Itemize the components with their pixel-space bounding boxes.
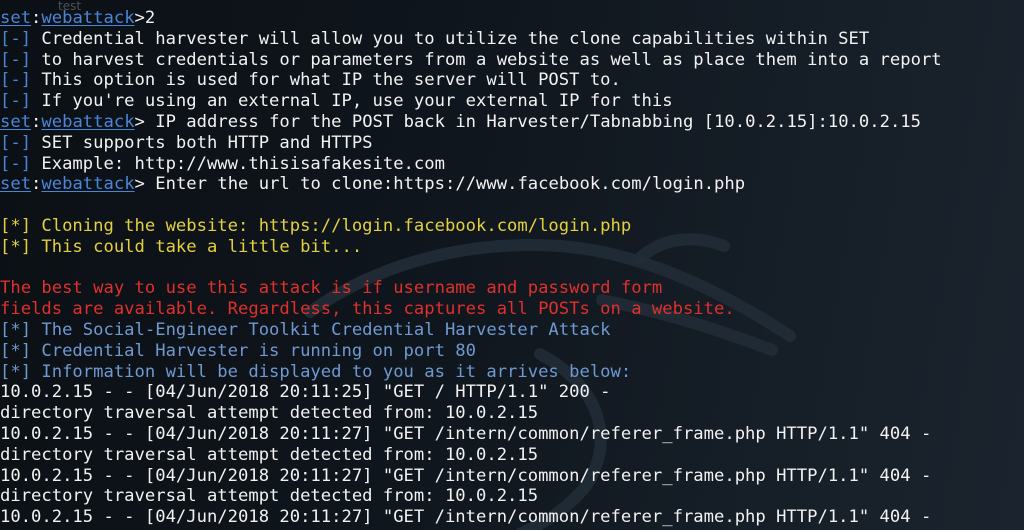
status-message-line: [-] Example: http://www.thisisafakesite.c… (0, 154, 1024, 175)
output-line: fields are available. Regardless, this c… (0, 299, 1024, 320)
status-message-text: SET supports both HTTP and HTTPS (41, 132, 373, 153)
output-line: 10.0.2.15 - - [04/Jun/2018 20:11:27] "GE… (0, 466, 1024, 487)
prompt-user-input: 2 (144, 8, 156, 28)
status-message-line: [-] If you're using an external IP, use y… (0, 91, 1024, 112)
prompt-app-name: set (0, 174, 32, 195)
prompt-line: set:webattack> Enter the url to clone:ht… (0, 174, 1024, 195)
status-message-line: [-] SET supports both HTTP and HTTPS (0, 133, 1024, 154)
output-text: 10.0.2.15 - - [04/Jun/2018 20:11:27] "GE… (0, 507, 932, 528)
status-message-text: This option is used for what IP the serv… (41, 70, 621, 91)
prompt-user-input: 10.0.2.15 (827, 111, 921, 132)
status-message-text: to harvest credentials or parameters fro… (41, 49, 942, 70)
status-message-text: Credential harvester will allow you to u… (41, 28, 870, 49)
status-message-line: [*] This could take a little bit... (0, 237, 1024, 258)
output-line: The best way to use this attack is if us… (0, 278, 1024, 299)
status-marker: [*] (0, 361, 32, 382)
output-text: directory traversal attempt detected fro… (0, 403, 539, 424)
status-message-text: If you're using an external IP, use your… (41, 91, 673, 112)
prompt-separator: : (31, 174, 42, 195)
output-text: fields are available. Regardless, this c… (0, 299, 735, 320)
output-line: directory traversal attempt detected fro… (0, 486, 1024, 507)
terminal-output[interactable]: set:webattack>2 [-] Credential harvester w… (0, 8, 1024, 528)
prompt-module-name: webattack (41, 174, 135, 195)
status-marker: [-] (0, 132, 32, 153)
prompt-symbol: > (134, 174, 145, 195)
status-message-line: [*] Cloning the website: https://login.fa… (0, 216, 1024, 237)
status-message-text: Credential Harvester is running on port … (41, 340, 476, 361)
output-line: 10.0.2.15 - - [04/Jun/2018 20:11:25] "GE… (0, 382, 1024, 403)
status-marker: [*] (0, 236, 32, 257)
status-message-text: This could take a little bit... (41, 236, 363, 257)
status-marker: [-] (0, 28, 32, 49)
status-message-text: The Social-Engineer Toolkit Credential H… (41, 319, 611, 340)
status-message-text: Example: http://www.thisisafakesite.com (41, 153, 445, 174)
status-marker: [-] (0, 91, 32, 112)
status-message-text: Cloning the website: https://login.faceb… (41, 215, 632, 236)
prompt-user-input: https://www.facebook.com/login.php (393, 174, 746, 195)
prompt-line: set:webattack> IP address for the POST b… (0, 112, 1024, 133)
output-text: 10.0.2.15 - - [04/Jun/2018 20:11:27] "GE… (0, 465, 932, 486)
status-message-line: [-] This option is used for what IP the s… (0, 70, 1024, 91)
status-message-line: [*] The Social-Engineer Toolkit Credentia… (0, 320, 1024, 341)
status-message-line: [*] Information will be displayed to you … (0, 362, 1024, 383)
status-message-text: Information will be displayed to you as … (41, 361, 632, 382)
status-marker: [*] (0, 319, 32, 340)
status-marker: [-] (0, 153, 32, 174)
status-marker: [*] (0, 215, 32, 236)
output-line: 10.0.2.15 - - [04/Jun/2018 20:11:27] "GE… (0, 424, 1024, 445)
output-text: directory traversal attempt detected fro… (0, 486, 539, 507)
output-text: 10.0.2.15 - - [04/Jun/2018 20:11:27] "GE… (0, 423, 932, 444)
prompt-separator: : (31, 111, 42, 132)
status-marker: [-] (0, 70, 32, 91)
status-marker: [-] (0, 49, 32, 70)
prompt-module-name: webattack (41, 111, 135, 132)
terminal-window[interactable]: test set:webattack>2 [-] Credential harves… (0, 0, 1024, 530)
prompt-symbol: > (134, 111, 145, 132)
output-text: 10.0.2.15 - - [04/Jun/2018 20:11:25] "GE… (0, 382, 611, 403)
status-message-line: [*] Credential Harvester is running on po… (0, 341, 1024, 362)
output-line: 10.0.2.15 - - [04/Jun/2018 20:11:27] "GE… (0, 507, 1024, 528)
output-line: directory traversal attempt detected fro… (0, 445, 1024, 466)
prompt-question: Enter the url to clone: (144, 174, 394, 195)
status-marker: [*] (0, 340, 32, 361)
prompt-symbol: > (134, 8, 145, 28)
output-text: The best way to use this attack is if us… (0, 278, 663, 299)
output-text: directory traversal attempt detected fro… (0, 444, 539, 465)
status-message-line: [-] Credential harvester will allow you t… (0, 29, 1024, 50)
prompt-question: IP address for the POST back in Harveste… (144, 111, 828, 132)
prompt-line: set:webattack>2 (0, 8, 1024, 29)
output-line: directory traversal attempt detected fro… (0, 403, 1024, 424)
status-message-line: [-] to harvest credentials or parameters … (0, 50, 1024, 71)
prompt-app-name: set (0, 111, 32, 132)
prompt-app-name: set (0, 8, 32, 28)
prompt-module-name: webattack (41, 8, 135, 28)
prompt-separator: : (31, 8, 42, 28)
